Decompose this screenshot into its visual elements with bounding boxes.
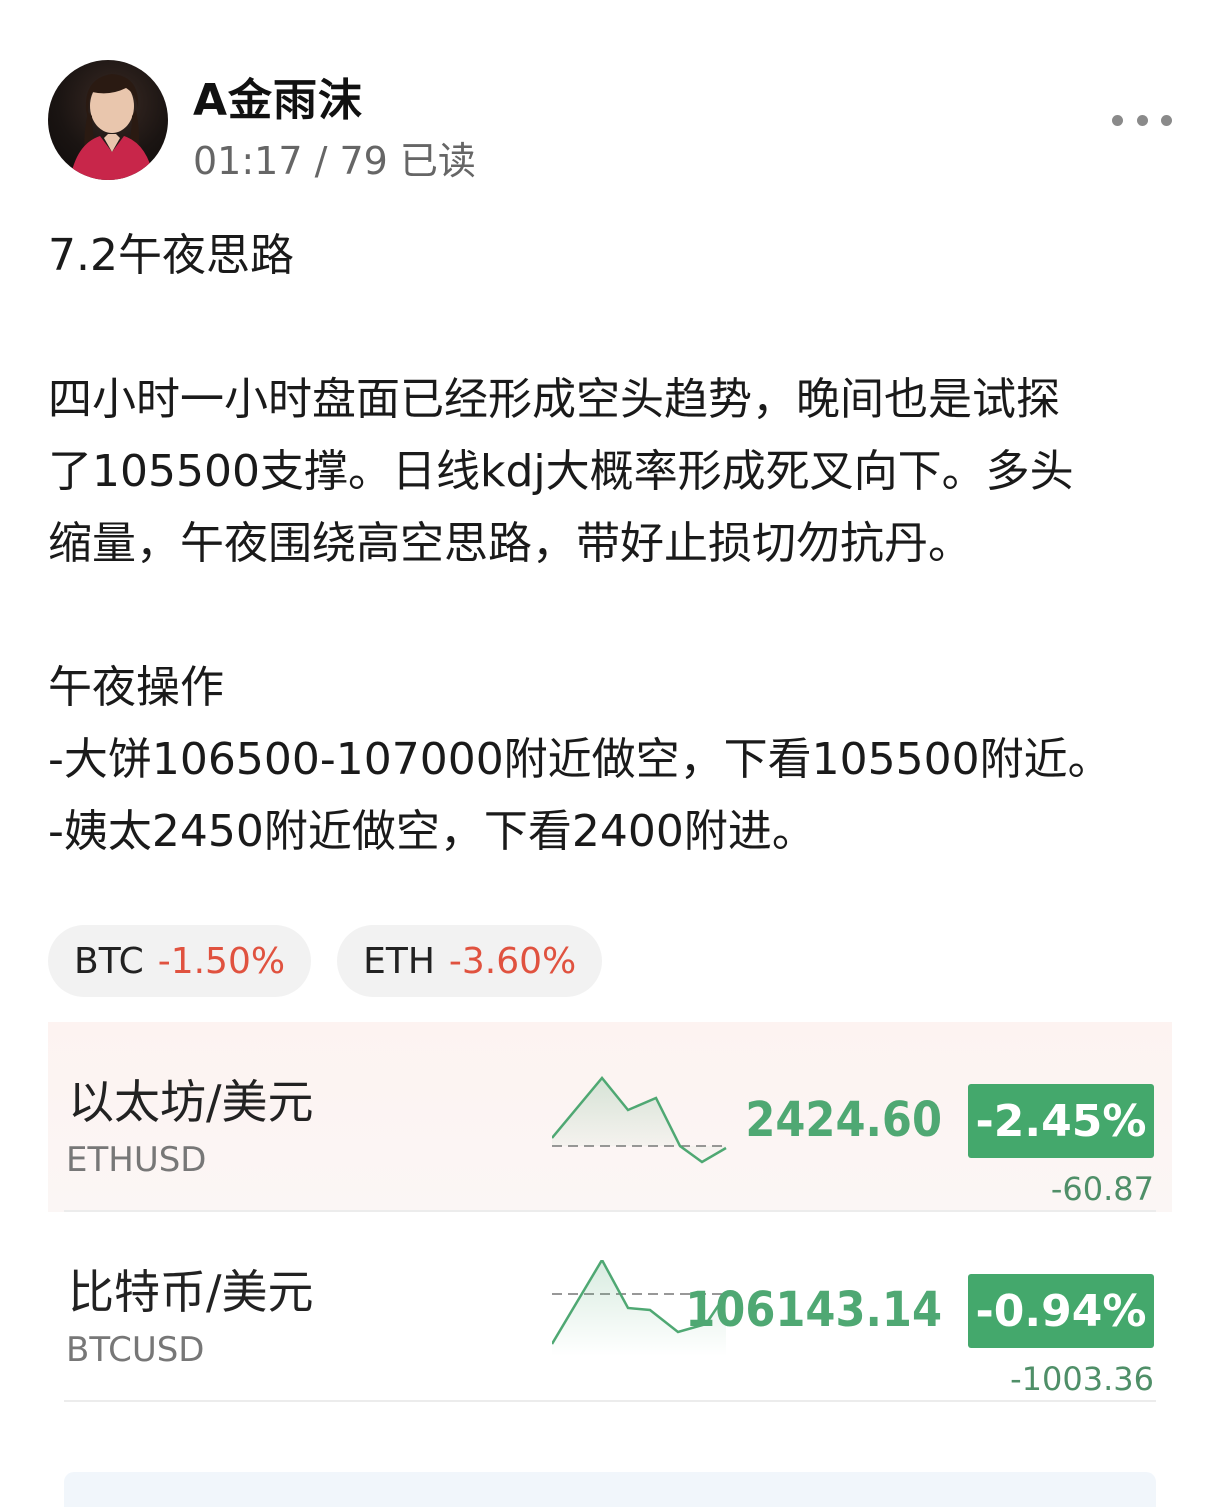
dot <box>1136 114 1148 126</box>
quote-code: ETHUSD <box>66 1140 207 1180</box>
sparkline-area <box>552 1078 726 1162</box>
quote-change-abs: -60.87 <box>1050 1170 1154 1208</box>
coin-tags: BTC -1.50% ETH -3.60% <box>48 925 603 997</box>
quote-change-badge: -0.94% <box>968 1274 1154 1348</box>
tag-change: -3.60% <box>448 940 577 982</box>
next-card-edge <box>64 1472 1156 1507</box>
tag-eth[interactable]: ETH -3.60% <box>337 925 603 997</box>
dot <box>1161 114 1172 126</box>
quote-change-badge: -2.45% <box>968 1084 1154 1158</box>
divider <box>64 1400 1156 1402</box>
tag-symbol: BTC <box>74 940 144 982</box>
operations-title: 午夜操作 <box>48 662 224 713</box>
operation-line: -姨太2450附近做空，下看2400附进。 <box>48 806 816 857</box>
quote-name: 比特币/美元 <box>68 1265 314 1319</box>
tag-btc[interactable]: BTC -1.50% <box>48 925 312 997</box>
more-dots-icon[interactable] <box>1112 102 1172 138</box>
tag-change: -1.50% <box>157 940 286 982</box>
quote-row-btcusd[interactable]: 比特币/美元 BTCUSD 106143.14 -0.94% -1003.36 <box>48 1212 1172 1402</box>
avatar-portrait <box>70 74 154 180</box>
quote-price: 106143.14 <box>685 1282 942 1338</box>
post-paragraph-line: 了105500支撑。日线kdj大概率形成死叉向下。多头 <box>48 446 1074 497</box>
post-paragraph-line: 四小时一小时盘面已经形成空头趋势，晚间也是试探 <box>48 374 1060 425</box>
author-name[interactable]: A金雨沫 <box>193 64 363 128</box>
post-title: 7.2午夜思路 <box>48 230 294 281</box>
avatar[interactable] <box>48 60 168 180</box>
quote-change-abs: -1003.36 <box>1010 1360 1154 1398</box>
quote-name: 以太坊/美元 <box>68 1075 314 1129</box>
quote-card: 以太坊/美元 ETHUSD 2424.60 -2.45% -60.87 比特币/… <box>48 1022 1172 1402</box>
post-paragraph-line: 缩量，午夜围绕高空思路，带好止损切勿抗丹。 <box>48 518 972 569</box>
quote-code: BTCUSD <box>66 1330 205 1370</box>
tag-symbol: ETH <box>363 940 435 982</box>
quote-price: 2424.60 <box>745 1092 942 1148</box>
sparkline-chart <box>552 1076 728 1164</box>
post-meta: 01:17 / 79 已读 <box>193 139 476 183</box>
dot <box>1112 114 1123 126</box>
post-body: 7.2午夜思路 四小时一小时盘面已经形成空头趋势，晚间也是试探 了105500支… <box>48 220 1178 868</box>
operation-line: -大饼106500-107000附近做空，下看105500附近。 <box>48 734 1112 785</box>
quote-row-ethusd[interactable]: 以太坊/美元 ETHUSD 2424.60 -2.45% -60.87 <box>48 1022 1172 1212</box>
post-header: A金雨沫 01:17 / 79 已读 <box>48 60 1172 183</box>
